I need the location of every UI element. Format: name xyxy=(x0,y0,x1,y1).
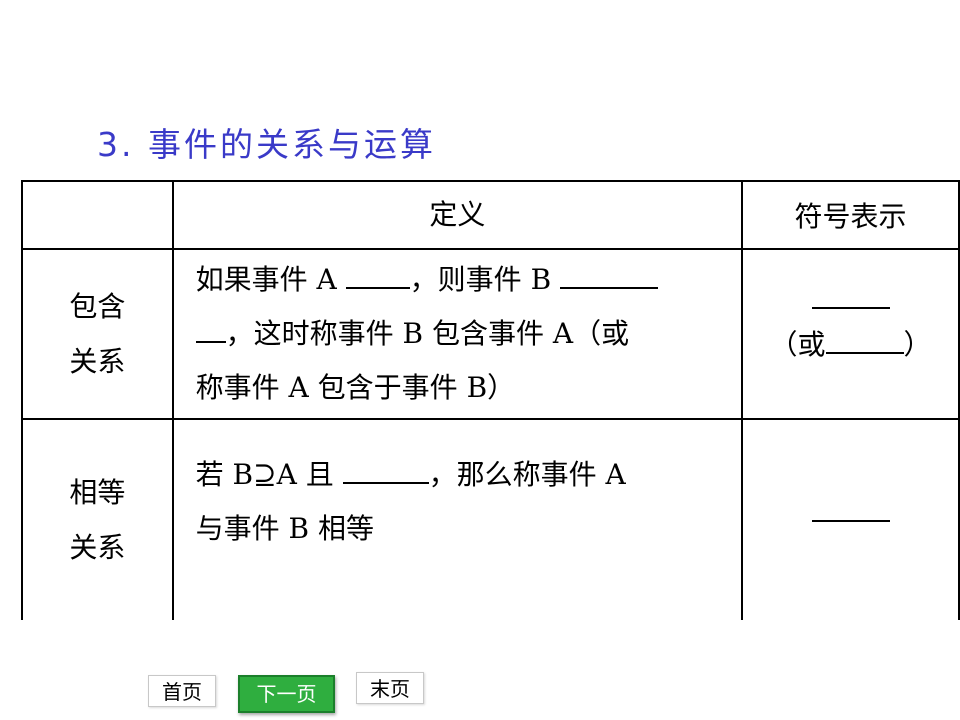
row-label-line: 关系 xyxy=(69,345,126,378)
fill-blank xyxy=(560,261,659,289)
header-symbol: 符号表示 xyxy=(741,180,960,250)
fill-blank xyxy=(342,456,429,484)
row-label-line: 包含 xyxy=(69,290,126,323)
definition-line: 与事件 B 相等 xyxy=(195,512,375,545)
definition-text: 若 B⊇A 且 xyxy=(195,458,334,491)
next-page-button[interactable]: 下一页 xyxy=(238,675,335,713)
definition-line: 如果事件 A ，则事件 B xyxy=(196,253,741,307)
fill-blank xyxy=(825,326,904,354)
row-label-line: 关系 xyxy=(69,531,126,564)
relations-table: 定义 符号表示 包含 关系 如果事件 A ，则事件 B ，这时称事件 B 包含事… xyxy=(21,180,960,620)
symbol-cell xyxy=(741,418,960,620)
definition-cell: 若 B⊇A 且 ，那么称事件 A 与事件 B 相等 xyxy=(171,418,744,620)
definition-line: 若 B⊇A 且 ，那么称事件 A xyxy=(196,448,741,502)
definition-text: ，那么称事件 A xyxy=(428,458,626,491)
definition-line: 称事件 A 包含于事件 B） xyxy=(195,371,516,404)
table-row: 相等 关系 若 B⊇A 且 ，那么称事件 A 与事件 B 相等 xyxy=(21,418,960,620)
header-definition: 定义 xyxy=(171,180,744,250)
symbol-alt: （或 ） xyxy=(743,323,958,363)
definition-line: ，这时称事件 B 包含事件 A（或 xyxy=(195,307,741,361)
row-label: 包含 关系 xyxy=(21,248,174,420)
last-page-button[interactable]: 末页 xyxy=(356,672,424,704)
definition-text: ，这时称事件 B 包含事件 A（或 xyxy=(225,317,630,350)
fill-blank xyxy=(345,261,410,289)
first-page-button[interactable]: 首页 xyxy=(148,675,216,707)
section-title: 3. 事件的关系与运算 xyxy=(97,125,436,164)
symbol-cell: （或 ） xyxy=(741,248,960,420)
row-label: 相等 关系 xyxy=(21,418,174,620)
definition-text: 如果事件 A xyxy=(195,263,337,296)
symbol-blank xyxy=(811,518,890,522)
table-row: 包含 关系 如果事件 A ，则事件 B ，这时称事件 B 包含事件 A（或 称事… xyxy=(21,248,960,420)
symbol-alt-close: ） xyxy=(903,328,932,361)
definition-cell: 如果事件 A ，则事件 B ，这时称事件 B 包含事件 A（或 称事件 A 包含… xyxy=(171,248,744,420)
symbol-blank xyxy=(811,305,890,309)
definition-text: ，则事件 B xyxy=(409,263,552,296)
table-header-row: 定义 符号表示 xyxy=(21,180,960,250)
fill-blank xyxy=(195,315,226,343)
header-empty xyxy=(21,180,174,250)
symbol-alt-open: （或 xyxy=(769,328,826,361)
row-label-line: 相等 xyxy=(69,476,126,509)
